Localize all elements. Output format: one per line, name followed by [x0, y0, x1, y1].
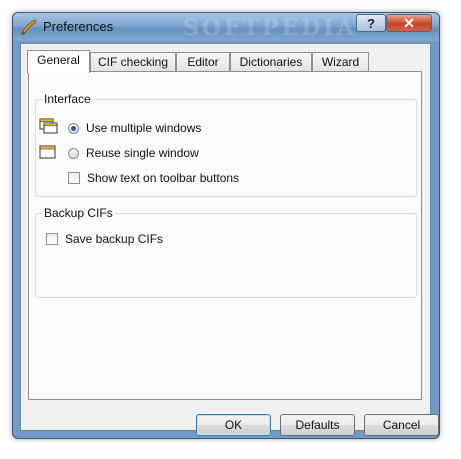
save-backup-label: Save backup CIFs: [65, 232, 164, 246]
tab-general[interactable]: General: [27, 50, 90, 73]
close-button[interactable]: ✕: [386, 14, 432, 32]
reuse-single-window-label: Reuse single window: [86, 146, 199, 160]
tab-page-general: Interface Use multiple windows Reuse sin…: [28, 71, 422, 400]
defaults-button[interactable]: Defaults: [280, 414, 355, 436]
backup-group: Backup CIFs Save backup CIFs: [35, 206, 417, 298]
use-multiple-windows-label: Use multiple windows: [86, 121, 202, 135]
interface-group-label: Interface: [42, 92, 93, 106]
ok-button[interactable]: OK: [196, 414, 271, 436]
tab-cif-checking[interactable]: CIF checking: [90, 52, 176, 72]
multiple-windows-icon: [39, 118, 58, 134]
title-bar[interactable]: Preferences SOFTPEDIA ? ✕: [13, 13, 439, 41]
use-multiple-windows-radio[interactable]: [68, 122, 79, 134]
reuse-single-window-radio[interactable]: [68, 147, 79, 159]
single-window-icon: [39, 145, 56, 159]
brush-icon: [21, 19, 37, 35]
cancel-button[interactable]: Cancel: [364, 414, 439, 436]
use-multiple-windows-option[interactable]: Use multiple windows: [68, 120, 201, 136]
dialog-client: General CIF checking Editor Dictionaries…: [20, 43, 439, 436]
preferences-window: Preferences SOFTPEDIA ? ✕ General CIF ch…: [12, 12, 440, 439]
watermark: SOFTPEDIA: [183, 15, 357, 41]
tab-wizard[interactable]: Wizard: [312, 52, 369, 72]
show-text-toolbar-option[interactable]: Show text on toolbar buttons: [68, 170, 239, 186]
help-button[interactable]: ?: [356, 14, 386, 32]
tab-dictionaries[interactable]: Dictionaries: [230, 52, 312, 72]
tab-editor[interactable]: Editor: [176, 52, 230, 72]
show-text-toolbar-checkbox[interactable]: [68, 172, 80, 184]
reuse-single-window-option[interactable]: Reuse single window: [68, 145, 199, 161]
save-backup-option[interactable]: Save backup CIFs: [46, 231, 163, 247]
interface-group: Interface Use multiple windows Reuse sin…: [35, 92, 417, 197]
close-icon: ✕: [403, 14, 415, 31]
help-icon: ?: [367, 15, 375, 31]
show-text-toolbar-label: Show text on toolbar buttons: [87, 171, 240, 185]
backup-group-label: Backup CIFs: [42, 206, 115, 220]
save-backup-checkbox[interactable]: [46, 233, 58, 245]
window-title: Preferences: [43, 19, 114, 34]
